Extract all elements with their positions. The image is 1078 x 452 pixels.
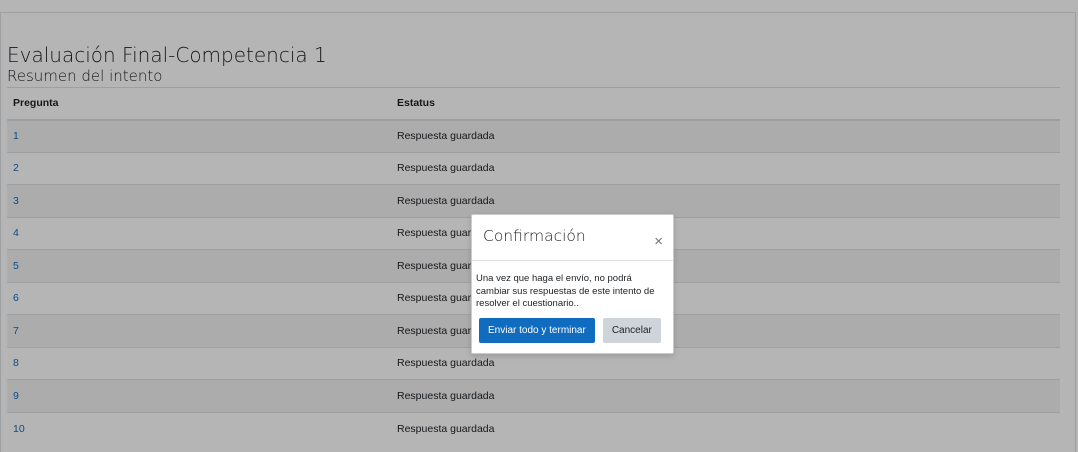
submit-all-button[interactable]: Enviar todo y terminar <box>479 317 595 343</box>
dialog-title: Confirmación <box>483 227 586 245</box>
confirmation-dialog: Confirmación × Una vez que haga el envío… <box>471 214 674 354</box>
close-icon[interactable]: × <box>654 234 663 260</box>
dialog-message: Una vez que haga el envío, no podrá camb… <box>476 273 655 309</box>
dialog-header: Confirmación × <box>472 215 673 261</box>
cancel-button[interactable]: Cancelar <box>602 317 661 343</box>
dialog-footer: Enviar todo y terminar Cancelar <box>472 311 673 343</box>
